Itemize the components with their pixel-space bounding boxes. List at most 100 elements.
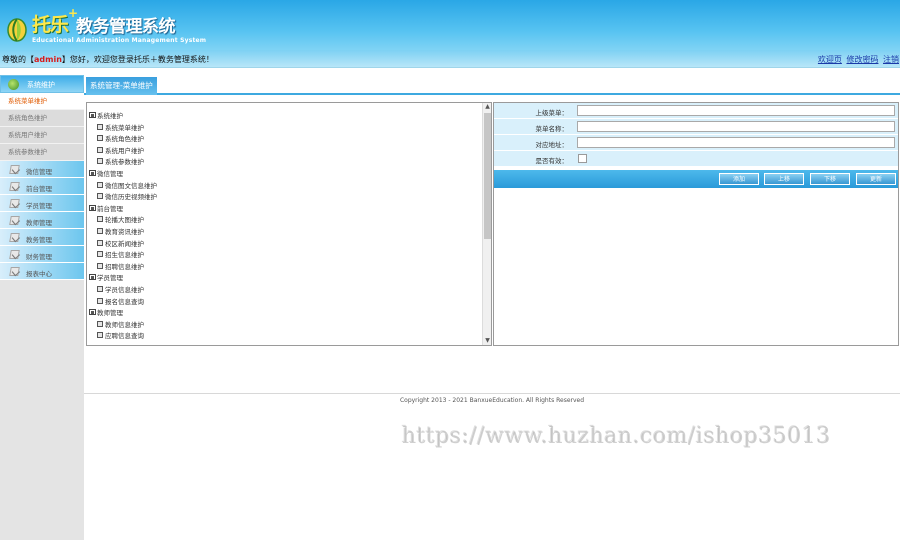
sidebar-item-param-maintenance[interactable]: 系统参数维护: [0, 144, 84, 161]
folder-icon: [89, 112, 96, 118]
tree-node-label: 微信图文信息维护: [105, 181, 157, 190]
parent-menu-input[interactable]: [577, 105, 895, 116]
page-title: 系统管理-菜单维护: [86, 77, 157, 95]
tree-folder[interactable]: 微信管理: [87, 169, 483, 181]
tree-node-label: 系统参数维护: [105, 158, 144, 167]
menu-name-label: 菜单名称：: [535, 125, 569, 133]
tree-scrollbar[interactable]: ▲ ▼: [482, 103, 491, 345]
system-name: 教务管理系统: [76, 17, 176, 37]
tree-node-label: 微信历史视频维护: [105, 193, 157, 202]
tree-leaf[interactable]: 应聘信息查询: [87, 331, 483, 343]
tree-leaf[interactable]: 系统菜单维护: [87, 123, 483, 135]
tree-leaf[interactable]: 轮播大图维护: [87, 215, 483, 227]
parent-menu-label: 上级菜单：: [535, 109, 569, 117]
page-icon: [97, 135, 103, 142]
page-icon: [97, 332, 103, 339]
sidebar-group-finance[interactable]: 财务管理: [0, 246, 84, 263]
sidebar: 系统维护 系统菜单维护 系统角色维护 系统用户维护 系统参数维护 微信管理 前台…: [0, 75, 84, 540]
valid-checkbox[interactable]: [578, 154, 587, 163]
footer-divider: [84, 393, 900, 394]
tree-node-label: 微信管理: [97, 169, 123, 178]
tree-node-label: 教师管理: [97, 309, 123, 318]
tree-leaf[interactable]: 教师信息维护: [87, 320, 483, 332]
welcome-bar: 尊敬的【admin】您好，欢迎您登录托乐＋教务管理系统！ 欢迎页 修改密码 注销: [0, 50, 900, 68]
scroll-thumb[interactable]: [484, 113, 491, 239]
tree-leaf[interactable]: 微信图文信息维护: [87, 181, 483, 193]
form-row-menu-name: 菜单名称：: [494, 119, 898, 135]
home-link[interactable]: 欢迎页: [818, 55, 842, 64]
change-password-link[interactable]: 修改密码: [846, 55, 878, 64]
app-header: 托乐 + 教务管理系统 Educational Administration M…: [0, 0, 900, 50]
page-icon: [97, 216, 103, 223]
tree-leaf[interactable]: 报名信息查询: [87, 297, 483, 309]
tree-folder[interactable]: 学员管理: [87, 273, 483, 285]
pencil-icon: [9, 182, 20, 191]
sidebar-header-system-maintenance[interactable]: 系统维护: [0, 75, 84, 93]
move-up-button[interactable]: 上移: [764, 173, 804, 185]
tree-node-label: 系统角色维护: [105, 135, 144, 144]
page-icon: [97, 251, 103, 258]
pencil-icon: [9, 250, 20, 259]
tree-folder[interactable]: 前台管理: [87, 204, 483, 216]
menu-name-input[interactable]: [577, 121, 895, 132]
logo-brand: 托乐: [32, 14, 69, 36]
tree-leaf[interactable]: 招聘信息维护: [87, 262, 483, 274]
add-button[interactable]: 添加: [719, 173, 759, 185]
sidebar-group-frontend[interactable]: 前台管理: [0, 178, 84, 195]
top-links: 欢迎页 修改密码 注销: [816, 54, 899, 65]
pencil-icon: [9, 216, 20, 225]
page-icon: [97, 146, 103, 153]
form-row-valid: 是否有效：: [494, 151, 898, 167]
tree-node-label: 校区新闻维护: [105, 239, 144, 248]
page-icon: [97, 285, 103, 292]
sidebar-group-label: 报表中心: [26, 270, 52, 278]
tree-leaf[interactable]: 系统参数维护: [87, 157, 483, 169]
tree-node-label: 报名信息查询: [105, 297, 144, 306]
tree-leaf[interactable]: 校区新闻维护: [87, 239, 483, 251]
tree-node-label: 学员信息维护: [105, 285, 144, 294]
welcome-suffix: 】您好，欢迎您登录托乐＋教务管理系统！: [61, 55, 214, 64]
sidebar-group-teachers[interactable]: 教师管理: [0, 212, 84, 229]
tree-leaf[interactable]: 系统角色维护: [87, 134, 483, 146]
tree-folder[interactable]: 教师管理: [87, 308, 483, 320]
tree-leaf[interactable]: 教育资讯维护: [87, 227, 483, 239]
update-button[interactable]: 更新: [856, 173, 896, 185]
menu-form-panel: 上级菜单： 菜单名称： 对应地址： 是否有效： 添加 上移 下移 更新: [493, 102, 899, 346]
scroll-down-icon[interactable]: ▼: [483, 337, 491, 345]
tree-node-label: 招聘信息维护: [105, 262, 144, 271]
scroll-up-icon[interactable]: ▲: [483, 103, 491, 111]
sidebar-group-label: 教务管理: [26, 236, 52, 244]
sidebar-item-role-maintenance[interactable]: 系统角色维护: [0, 110, 84, 127]
tree-node-label: 系统用户维护: [105, 146, 144, 155]
logout-link[interactable]: 注销: [883, 55, 899, 64]
pencil-icon: [9, 233, 20, 242]
page-icon: [97, 320, 103, 327]
sidebar-item-user-maintenance[interactable]: 系统用户维护: [0, 127, 84, 144]
form-button-bar: 添加 上移 下移 更新: [494, 170, 898, 188]
pencil-icon: [9, 199, 20, 208]
menu-tree: 系统维护系统菜单维护 系统角色维护 系统用户维护 系统参数维护微信管理微信图文信息维护…: [87, 111, 483, 343]
sidebar-item-menu-maintenance[interactable]: 系统菜单维护: [0, 93, 84, 110]
sidebar-group-wechat[interactable]: 微信管理: [0, 161, 84, 178]
tree-folder[interactable]: 系统维护: [87, 111, 483, 123]
url-input[interactable]: [577, 137, 895, 148]
tree-node-label: 教育资讯维护: [105, 227, 144, 236]
sidebar-group-label: 微信管理: [26, 168, 52, 176]
form-row-parent-menu: 上级菜单：: [494, 103, 898, 119]
sidebar-header-label: 系统维护: [27, 81, 55, 89]
tree-leaf[interactable]: 招生信息维护: [87, 250, 483, 262]
system-name-en: Educational Administration Management Sy…: [32, 37, 207, 44]
page-icon: [97, 227, 103, 234]
sidebar-group-reports[interactable]: 报表中心: [0, 263, 84, 280]
folder-icon: [89, 274, 96, 281]
tree-node-label: 系统维护: [97, 112, 123, 120]
tree-node-label: 招生信息维护: [105, 251, 144, 260]
sidebar-group-students[interactable]: 学员管理: [0, 195, 84, 212]
tree-leaf[interactable]: 系统用户维护: [87, 146, 483, 158]
sidebar-group-academic[interactable]: 教务管理: [0, 229, 84, 246]
tree-leaf[interactable]: 微信历史视频维护: [87, 192, 483, 204]
folder-icon: [89, 204, 96, 211]
tree-leaf[interactable]: 学员信息维护: [87, 285, 483, 297]
move-down-button[interactable]: 下移: [810, 173, 850, 185]
tree-node-label: 教师信息维护: [105, 320, 144, 329]
